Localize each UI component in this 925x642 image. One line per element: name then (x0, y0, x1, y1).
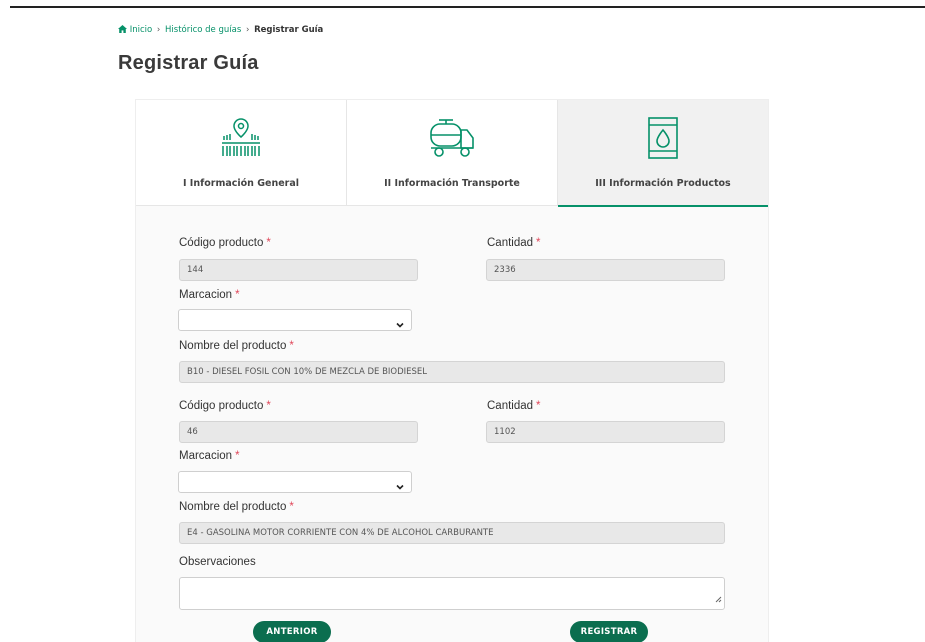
registrar-button[interactable]: REGISTRAR (570, 621, 648, 642)
tab-label: I Información General (182, 178, 300, 189)
required-marker: * (266, 400, 271, 412)
anterior-button[interactable]: ANTERIOR (253, 621, 331, 642)
cantidad-input[interactable]: 1102 (486, 421, 725, 443)
codigo-producto-label: Código producto * (179, 400, 271, 412)
required-marker: * (536, 400, 541, 412)
required-marker: * (289, 501, 294, 513)
cantidad-label: Cantidad * (487, 400, 541, 412)
codigo-producto-label: Código producto * (179, 237, 271, 249)
codigo-producto-input[interactable]: 144 (179, 259, 418, 281)
nombre-producto-label: Nombre del producto * (179, 340, 294, 352)
marcacion-select[interactable] (178, 471, 412, 493)
step-tabs: I Información General II Información Tra… (136, 100, 768, 207)
observaciones-textarea[interactable] (179, 577, 725, 610)
breadcrumb-separator: › (245, 25, 250, 35)
form-card: I Información General II Información Tra… (135, 99, 769, 642)
active-tab-indicator (558, 205, 768, 207)
breadcrumb: Inicio › Histórico de guías › Registrar … (118, 25, 323, 36)
breadcrumb-link-inicio[interactable]: Inicio (130, 25, 153, 35)
codigo-producto-input[interactable]: 46 (179, 421, 418, 443)
nombre-producto-input[interactable]: E4 - GASOLINA MOTOR CORRIENTE CON 4% DE … (179, 522, 725, 544)
tanker-truck-icon (427, 116, 477, 164)
nombre-producto-input[interactable]: B10 - DIESEL FOSIL CON 10% DE MEZCLA DE … (179, 361, 725, 383)
tab-informacion-productos[interactable]: III Información Productos (558, 100, 768, 207)
breadcrumb-separator: › (156, 25, 161, 35)
marcacion-select[interactable] (178, 309, 412, 331)
tab-label: II Información Transporte (384, 178, 520, 189)
resize-handle-icon[interactable] (715, 588, 722, 607)
nombre-producto-label: Nombre del producto * (179, 501, 294, 513)
map-pin-barcode-icon (218, 116, 264, 164)
required-marker: * (536, 237, 541, 249)
tab-informacion-general[interactable]: I Información General (136, 100, 347, 206)
required-marker: * (235, 450, 240, 462)
breadcrumb-link-historico[interactable]: Histórico de guías (165, 25, 241, 35)
oil-barrel-icon (645, 116, 681, 164)
observaciones-label: Observaciones (179, 556, 256, 568)
required-marker: * (266, 237, 271, 249)
marcacion-label: Marcacion * (179, 289, 240, 301)
tab-informacion-transporte[interactable]: II Información Transporte (347, 100, 558, 206)
home-icon (118, 25, 127, 36)
cantidad-input[interactable]: 2336 (486, 259, 725, 281)
cantidad-label: Cantidad * (487, 237, 541, 249)
top-border (10, 6, 925, 8)
page-title: Registrar Guía (118, 52, 259, 74)
breadcrumb-current: Registrar Guía (254, 25, 324, 35)
required-marker: * (235, 289, 240, 301)
chevron-down-icon (395, 315, 405, 334)
chevron-down-icon (395, 477, 405, 496)
marcacion-label: Marcacion * (179, 450, 240, 462)
tab-label: III Información Productos (595, 178, 731, 189)
required-marker: * (289, 340, 294, 352)
